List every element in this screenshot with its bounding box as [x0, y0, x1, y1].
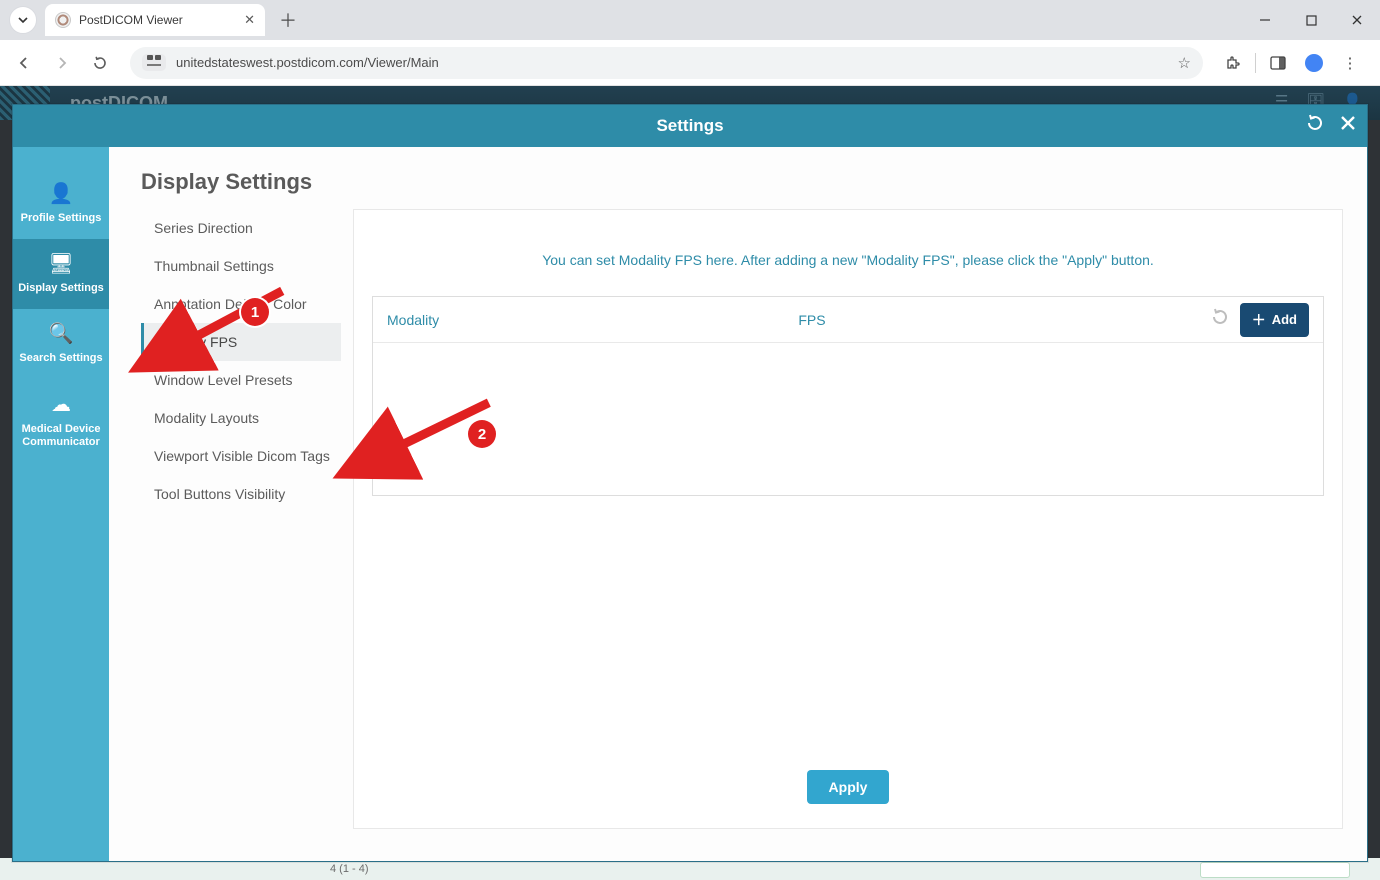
side-panel-icon[interactable] [1264, 56, 1292, 70]
profile-settings-icon: 👤 [49, 181, 74, 206]
favicon-icon [55, 12, 71, 28]
medical-device-communicator-icon: ☁ [51, 392, 71, 417]
window-minimize-button[interactable] [1242, 0, 1288, 40]
footer-count: 4 (1 - 4) [330, 863, 369, 875]
page-viewport: postDICOM ☰ 🗄 👤 4 (1 - 4) Settings [0, 86, 1380, 880]
modal-refresh-icon[interactable] [1305, 113, 1325, 139]
submenu-window-level-presets[interactable]: Window Level Presets [141, 361, 341, 399]
lefttab-display-settings[interactable]: 🖥 Display Settings [13, 239, 109, 309]
browser-tabbar: PostDICOM Viewer ✕ ＋ [0, 0, 1380, 40]
browser-tab[interactable]: PostDICOM Viewer ✕ [45, 4, 265, 36]
panel-help-text: You can set Modality FPS here. After add… [354, 210, 1342, 296]
url-text: unitedstateswest.postdicom.com/Viewer/Ma… [176, 55, 1178, 70]
lefttab-label: Medical Device Communicator [17, 423, 105, 449]
grid-refresh-icon[interactable] [1210, 307, 1230, 333]
submenu-modality-layouts[interactable]: Modality Layouts [141, 399, 341, 437]
page-title: Display Settings [141, 169, 1367, 195]
lefttab-profile-settings[interactable]: 👤 Profile Settings [13, 169, 109, 239]
apply-button[interactable]: Apply [807, 770, 890, 804]
add-button-label: Add [1272, 312, 1297, 327]
reload-button[interactable] [86, 49, 114, 77]
modality-fps-grid: Modality FPS ＋ Add [372, 296, 1324, 496]
modality-fps-panel: You can set Modality FPS here. After add… [353, 209, 1343, 829]
toolbar-divider [1255, 53, 1256, 73]
submenu-tool-buttons-visibility[interactable]: Tool Buttons Visibility [141, 475, 341, 513]
kebab-menu-icon[interactable]: ⋮ [1336, 54, 1364, 72]
site-settings-icon[interactable] [142, 54, 166, 71]
tab-title: PostDICOM Viewer [79, 13, 183, 27]
lefttab-label: Display Settings [18, 282, 104, 295]
lefttab-medical-device-communicator[interactable]: ☁ Medical Device Communicator [13, 380, 109, 463]
search-settings-icon: 🔍 [49, 321, 74, 346]
modal-close-icon[interactable] [1339, 114, 1357, 138]
address-bar[interactable]: unitedstateswest.postdicom.com/Viewer/Ma… [130, 47, 1203, 79]
tab-history-button[interactable] [9, 6, 37, 34]
footer-chip [1200, 862, 1350, 878]
profile-avatar-icon[interactable] [1300, 54, 1328, 72]
new-tab-button[interactable]: ＋ [273, 5, 303, 35]
lefttab-label: Search Settings [19, 352, 102, 365]
modal-title-text: Settings [656, 116, 723, 136]
settings-content: Display Settings Series DirectionThumbna… [109, 147, 1367, 861]
add-button[interactable]: ＋ Add [1240, 303, 1309, 337]
browser-toolbar: unitedstateswest.postdicom.com/Viewer/Ma… [0, 40, 1380, 86]
submenu-thumbnail-settings[interactable]: Thumbnail Settings [141, 247, 341, 285]
grid-header-modality: Modality [387, 312, 798, 328]
settings-modal: Settings 👤 Profile Settings 🖥 Display Setti… [12, 104, 1368, 862]
lefttab-search-settings[interactable]: 🔍 Search Settings [13, 309, 109, 379]
tab-close-icon[interactable]: ✕ [244, 12, 255, 28]
lefttab-label: Profile Settings [21, 212, 102, 225]
settings-leftbar: 👤 Profile Settings 🖥 Display Settings 🔍 Searc… [13, 147, 109, 861]
grid-header-fps: FPS [798, 312, 1209, 328]
submenu-annotation-default-color[interactable]: Annotation Default Color [141, 285, 341, 323]
modal-titlebar: Settings [13, 105, 1367, 147]
submenu-series-direction[interactable]: Series Direction [141, 209, 341, 247]
plus-icon: ＋ [1252, 310, 1266, 330]
back-button[interactable] [10, 49, 38, 77]
bookmark-star-icon[interactable]: ☆ [1178, 54, 1191, 72]
display-settings-icon: 🖥 [48, 251, 73, 276]
settings-submenu: Series DirectionThumbnail SettingsAnnota… [141, 209, 341, 829]
extensions-icon[interactable] [1219, 55, 1247, 71]
submenu-viewport-visible-dicom-tags[interactable]: Viewport Visible Dicom Tags [141, 437, 341, 475]
forward-button[interactable] [48, 49, 76, 77]
submenu-modality-fps[interactable]: Modality FPS [141, 323, 341, 361]
window-close-button[interactable] [1334, 0, 1380, 40]
window-maximize-button[interactable] [1288, 0, 1334, 40]
